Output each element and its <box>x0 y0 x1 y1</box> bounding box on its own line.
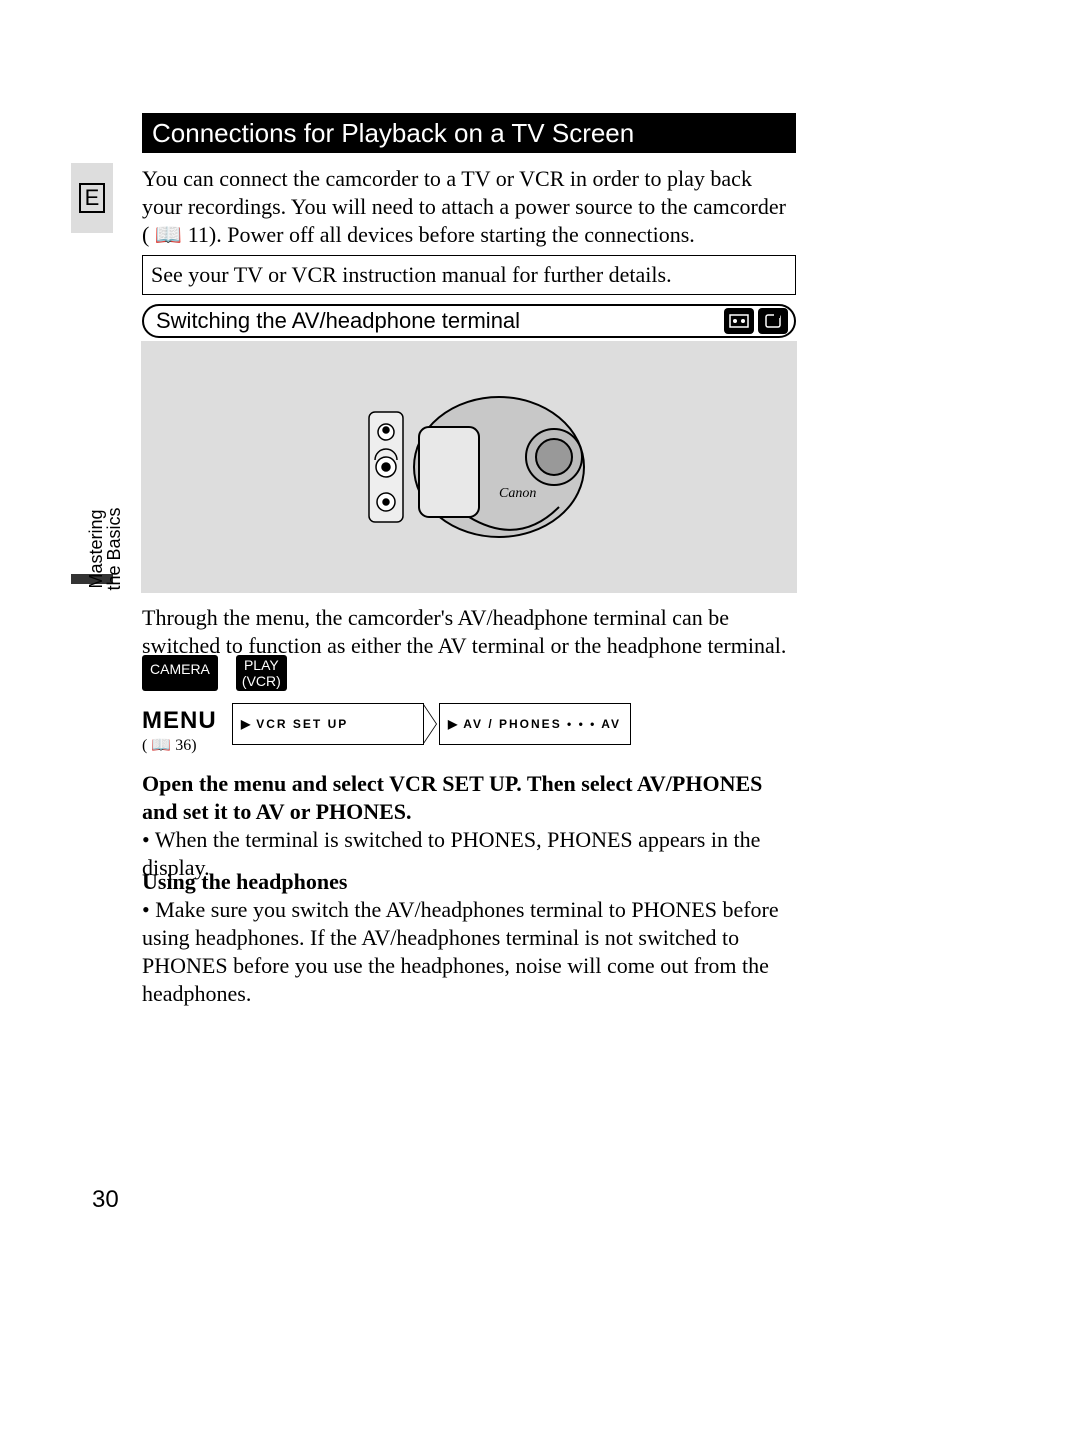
instruction-block: Open the menu and select VCR SET UP. The… <box>142 770 802 882</box>
subheading-icons <box>724 308 794 334</box>
mode-badge-play-line1: PLAY <box>242 657 281 673</box>
menu-path-step1-label: VCR SET UP <box>256 717 348 731</box>
subheading: Switching the AV/headphone terminal <box>142 304 796 338</box>
chevron-right-icon <box>423 703 437 745</box>
card-icon <box>758 308 788 334</box>
cassette-icon <box>724 308 754 334</box>
mode-badge-camera: CAMERA <box>142 655 218 691</box>
play-triangle-icon: ▶ <box>241 717 252 731</box>
camcorder-illustration: Canon <box>141 341 797 593</box>
section-tab-line1: Mastering <box>86 509 106 588</box>
menu-path-step2-label: AV / PHONES • • • AV <box>463 717 621 731</box>
menu-path-step2: ▶ AV / PHONES • • • AV <box>439 703 631 745</box>
headphones-heading: Using the headphones <box>142 868 802 896</box>
menu-page-ref: ( 📖 36) <box>142 735 217 755</box>
headphones-section: Using the headphones Make sure you switc… <box>142 868 802 1008</box>
page-number: 30 <box>92 1186 119 1214</box>
play-triangle-icon: ▶ <box>448 717 459 731</box>
note-box: See your TV or VCR instruction manual fo… <box>142 255 796 295</box>
menu-path: ▶ VCR SET UP ▶ AV / PHONES • • • AV <box>232 703 631 745</box>
body-paragraph: Through the menu, the camcorder's AV/hea… <box>142 604 792 660</box>
mode-badge-play-line2: (VCR) <box>242 673 281 689</box>
intro-paragraph: You can connect the camcorder to a TV or… <box>142 165 792 249</box>
mode-badges: CAMERA PLAY (VCR) <box>142 655 287 691</box>
menu-path-step1: ▶ VCR SET UP <box>232 703 424 745</box>
section-tab: Mastering the Basics <box>87 504 123 594</box>
subheading-label: Switching the AV/headphone terminal <box>144 308 724 334</box>
language-badge: E <box>71 163 113 233</box>
section-title: Connections for Playback on a TV Screen <box>142 113 796 153</box>
headphones-bullet: Make sure you switch the AV/headphones t… <box>142 896 802 1008</box>
menu-label-block: MENU ( 📖 36) <box>142 707 217 755</box>
menu-word: MENU <box>142 707 217 735</box>
instruction-bold: Open the menu and select VCR SET UP. The… <box>142 770 802 826</box>
svg-text:Canon: Canon <box>499 486 536 501</box>
language-badge-letter: E <box>79 183 105 213</box>
mode-badge-play: PLAY (VCR) <box>236 655 287 691</box>
section-tab-line2: the Basics <box>105 504 123 594</box>
